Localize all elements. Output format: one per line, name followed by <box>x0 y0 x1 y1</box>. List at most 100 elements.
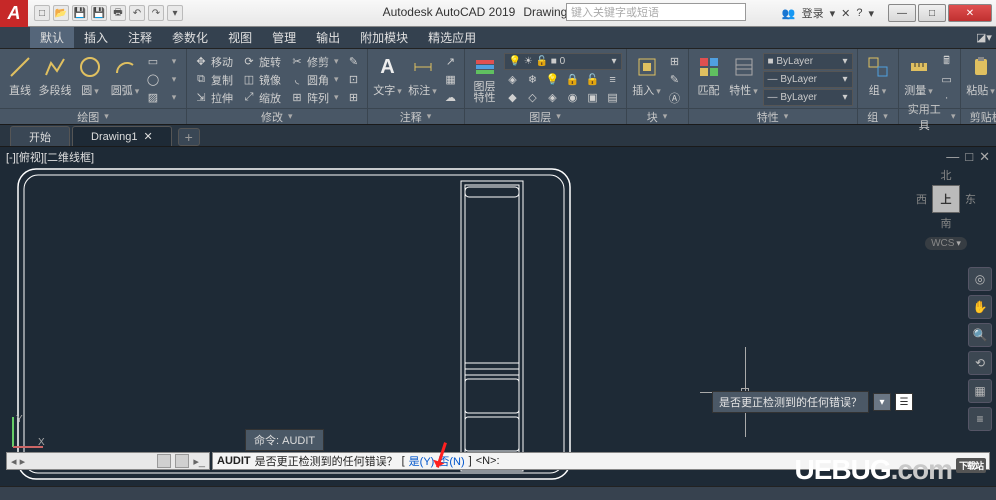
qat-more-icon[interactable]: ▾ <box>167 5 183 21</box>
wcs-label[interactable]: WCS <box>925 237 967 250</box>
panel-title-group[interactable]: 组 <box>858 108 898 124</box>
panel-title-props[interactable]: 特性 <box>689 108 857 124</box>
layout-tab-icon[interactable]: ◂ ▸ <box>11 455 25 468</box>
mod-icon3[interactable]: ⊞ <box>345 89 363 106</box>
cloud-icon[interactable]: ☁ <box>442 89 460 106</box>
ribbon-expand-icon[interactable]: ◪▾ <box>972 27 996 48</box>
cmd-expand-icon[interactable] <box>175 454 189 468</box>
copy-button[interactable]: ⧉复制 <box>191 71 236 88</box>
qat-redo-icon[interactable]: ↷ <box>148 5 164 21</box>
dynamic-dropdown-icon[interactable]: ▾ <box>873 393 891 411</box>
ellipse-icon[interactable]: ◯ <box>144 71 162 88</box>
layulk-icon[interactable]: 🔓 <box>584 71 602 88</box>
arc-button[interactable]: 圆弧 <box>109 51 141 98</box>
leader-icon[interactable]: ↗ <box>442 53 460 70</box>
tab-drawing1[interactable]: Drawing1✕ <box>72 126 172 146</box>
tab-close-icon[interactable]: ✕ <box>143 130 152 143</box>
qat-saveas-icon[interactable]: 💾 <box>91 5 107 21</box>
panel-title-modify[interactable]: 修改 <box>187 108 367 124</box>
laymch-icon[interactable]: ≡ <box>604 71 622 88</box>
tab-featured[interactable]: 精选应用 <box>418 27 486 48</box>
tab-start[interactable]: 开始 <box>10 126 70 146</box>
minimize-button[interactable]: — <box>888 4 916 22</box>
tab-default[interactable]: 默认 <box>30 27 74 48</box>
exchange-icon[interactable]: ✕ <box>841 7 850 20</box>
stretch-button[interactable]: ⇲拉伸 <box>191 89 236 106</box>
viewcube[interactable]: 北 西 上 东 南 WCS <box>916 167 976 250</box>
line-button[interactable]: 直线 <box>4 51 36 98</box>
table-icon[interactable]: ▦ <box>442 71 460 88</box>
hatch-icon[interactable]: ▨ <box>144 89 162 106</box>
nav-zoom-icon[interactable]: 🔍 <box>968 323 992 347</box>
lweight-combo[interactable]: — ByLayer▾ <box>763 71 853 88</box>
app-logo-icon[interactable]: A <box>0 0 28 27</box>
panel-title-draw[interactable]: 绘图 <box>0 108 186 124</box>
help-search-input[interactable]: 键入关键字或短语 <box>566 3 746 21</box>
panel-title-clip[interactable]: 剪贴板 <box>961 108 996 124</box>
nav-show-icon[interactable]: ▦ <box>968 379 992 403</box>
circle-button[interactable]: 圆 <box>74 51 106 98</box>
rect-icon[interactable]: ▭ <box>144 53 162 70</box>
props-button2[interactable]: 特性 <box>728 51 760 98</box>
paste-button[interactable]: 粘贴 <box>965 51 996 98</box>
qat-save-icon[interactable]: 💾 <box>72 5 88 21</box>
trim-button[interactable]: ✂修剪 <box>287 53 342 70</box>
color-combo[interactable]: ■ ByLayer▾ <box>763 53 853 70</box>
qat-new-icon[interactable]: □ <box>34 5 50 21</box>
fillet-button[interactable]: ◟圆角 <box>287 71 342 88</box>
layerprop-button[interactable]: 图层特性 <box>469 51 501 104</box>
measure-button[interactable]: 测量 <box>903 51 935 98</box>
dynamic-input-icon[interactable]: ☰ <box>895 393 913 411</box>
mod-icon1[interactable]: ✎ <box>345 53 363 70</box>
vp-max-icon[interactable]: □ <box>965 149 973 165</box>
drawing-canvas[interactable]: [-][俯视][二维线框] — □ ✕ 北 西 上 东 南 <box>0 147 996 486</box>
qat-open-icon[interactable]: 📂 <box>53 5 69 21</box>
create-block-icon[interactable]: ⊞ <box>666 53 684 70</box>
mirror-button[interactable]: ◫镜像 <box>239 71 284 88</box>
viewport-label[interactable]: [-][俯视][二维线框] <box>4 149 96 165</box>
tab-insert[interactable]: 插入 <box>74 27 118 48</box>
rotate-button[interactable]: ⟳旋转 <box>239 53 284 70</box>
infocenter-icon[interactable]: 👥 <box>782 7 796 20</box>
new-tab-button[interactable]: + <box>178 128 200 146</box>
help-icon[interactable]: ? <box>856 7 862 19</box>
tab-output[interactable]: 输出 <box>306 27 350 48</box>
maximize-button[interactable]: □ <box>918 4 946 22</box>
text-button[interactable]: A文字 <box>372 51 404 98</box>
polyline-button[interactable]: 多段线 <box>39 51 71 98</box>
signin-button[interactable]: 登录 <box>802 5 824 21</box>
nav-wheel-icon[interactable]: ◎ <box>968 267 992 291</box>
scale-button[interactable]: ⤢缩放 <box>239 89 284 106</box>
nav-more-icon[interactable]: ≡ <box>968 407 992 431</box>
nav-pan-icon[interactable]: ✋ <box>968 295 992 319</box>
close-button[interactable]: ✕ <box>948 4 992 22</box>
array-button[interactable]: ⊞阵列 <box>287 89 342 106</box>
vp-close-icon[interactable]: ✕ <box>979 149 990 165</box>
select-icon[interactable]: ▭ <box>938 71 956 88</box>
ucs-icon[interactable]: YX <box>8 412 48 452</box>
attr-icon[interactable]: Ⓐ <box>666 89 684 106</box>
tab-addins[interactable]: 附加模块 <box>350 27 418 48</box>
tab-parametric[interactable]: 参数化 <box>162 27 218 48</box>
layfrz-icon[interactable]: ❄ <box>524 71 542 88</box>
panel-title-annot[interactable]: 注释 <box>368 108 464 124</box>
cmd-recent-icon[interactable] <box>157 454 171 468</box>
layer-combo[interactable]: 💡 ☀ 🔓 ■ 0▾ <box>504 53 622 70</box>
qat-plot-icon[interactable]: 🖶 <box>110 5 126 21</box>
vp-min-icon[interactable]: — <box>946 149 959 165</box>
dim-button[interactable]: 标注 <box>407 51 439 98</box>
tab-view[interactable]: 视图 <box>218 27 262 48</box>
laylck-icon[interactable]: 🔒 <box>564 71 582 88</box>
panel-title-block[interactable]: 块 <box>627 108 688 124</box>
qat-undo-icon[interactable]: ↶ <box>129 5 145 21</box>
tab-manage[interactable]: 管理 <box>262 27 306 48</box>
props-button[interactable]: 匹配 <box>693 51 725 98</box>
mod-icon2[interactable]: ⊡ <box>345 71 363 88</box>
ltype-combo[interactable]: — ByLayer▾ <box>763 89 853 106</box>
panel-title-layer[interactable]: 图层 <box>465 108 626 124</box>
tab-annotate[interactable]: 注释 <box>118 27 162 48</box>
layoff-icon[interactable]: 💡 <box>544 71 562 88</box>
calc-icon[interactable]: 🖩 <box>938 53 956 70</box>
group-button[interactable]: 组 <box>862 51 894 98</box>
nav-orbit-icon[interactable]: ⟲ <box>968 351 992 375</box>
